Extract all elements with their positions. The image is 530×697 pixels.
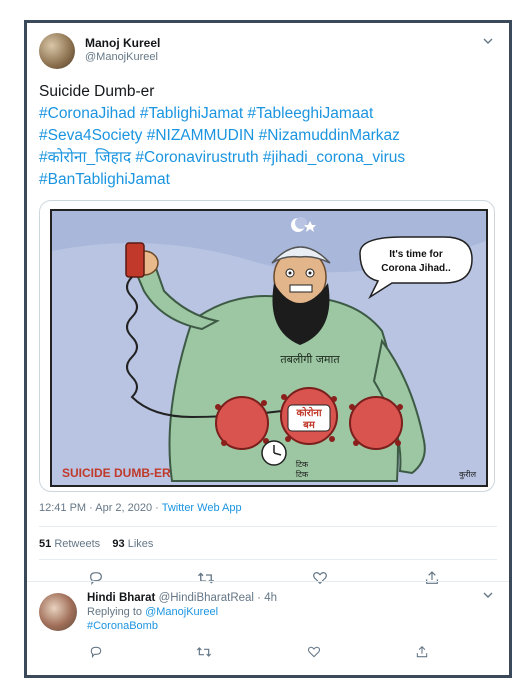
retweet-icon[interactable] <box>195 643 213 661</box>
engagement-stats: 51 Retweets 93 Likes <box>39 538 153 550</box>
reply-author-handle[interactable]: @HindiBharatReal · 4h <box>159 592 277 604</box>
share-icon[interactable] <box>413 643 431 661</box>
cartoonist-signature: कुरील <box>459 469 476 480</box>
timestamp-text[interactable]: 12:41 PM · Apr 2, 2020 · <box>39 502 162 514</box>
tick-text-2: टिक <box>296 469 309 479</box>
chevron-down-icon[interactable] <box>483 37 493 45</box>
share-icon[interactable] <box>423 569 441 587</box>
tweet-actions <box>39 569 497 587</box>
author-handle[interactable]: @ManojKureel <box>85 51 158 63</box>
hashtag-line[interactable]: #Seva4Society #NIZAMMUDIN #NizamuddinMar… <box>39 125 497 147</box>
retweets-stat[interactable]: 51 Retweets <box>39 538 100 550</box>
like-icon[interactable] <box>311 569 329 587</box>
replying-to: Replying to @ManojKureel <box>87 606 219 618</box>
svg-text:It's time for: It's time for <box>389 249 443 260</box>
likes-stat[interactable]: 93 Likes <box>112 538 153 550</box>
replying-to-handle[interactable]: @ManojKureel <box>145 606 218 618</box>
chevron-down-icon[interactable] <box>483 591 493 599</box>
reply-author-avatar[interactable] <box>39 593 77 631</box>
author-name[interactable]: Manoj Kureel <box>85 36 160 50</box>
tweet-screenshot-frame: Manoj Kureel @ManojKureel Suicide Dumb-e… <box>24 20 512 678</box>
divider <box>39 526 497 527</box>
svg-text:Corona Jihad..: Corona Jihad.. <box>381 263 451 274</box>
source-link[interactable]: Twitter Web App <box>162 502 242 514</box>
hashtag-line[interactable]: #BanTablighiJamat <box>39 169 497 191</box>
author-avatar[interactable] <box>39 33 75 69</box>
hashtag-line[interactable]: #कोरोना_जिहाद #Coronavirustruth #jihadi_… <box>39 147 497 169</box>
like-icon[interactable] <box>305 643 323 661</box>
reply-author-name[interactable]: Hindi Bharat @HindiBharatReal · 4h <box>87 592 277 604</box>
retweet-icon[interactable] <box>197 569 215 587</box>
tweet-media[interactable]: तबलीगी जमात कोरोना बम टिक टिक It's time … <box>39 200 495 492</box>
reply-actions <box>87 643 487 659</box>
tweet-timestamp: 12:41 PM · Apr 2, 2020 · Twitter Web App <box>39 502 242 514</box>
hashtag-line[interactable]: #CoronaJihad #TablighiJamat #TableeghiJa… <box>39 103 497 125</box>
reply-icon[interactable] <box>87 643 105 661</box>
cartoon-caption: SUICIDE DUMB-ER <box>62 466 171 480</box>
tweet-text-line: Suicide Dumb-er <box>39 83 155 100</box>
bomb-label-line2: बम <box>302 420 316 431</box>
divider <box>27 581 509 582</box>
tick-text-1: टिक <box>296 459 309 469</box>
reply-icon[interactable] <box>87 569 105 587</box>
cartoon-image: तबलीगी जमात कोरोना बम टिक टिक It's time … <box>50 209 488 487</box>
divider <box>39 559 497 560</box>
bomb-label-line1: कोरोना <box>295 406 321 419</box>
tweet-text: Suicide Dumb-er #CoronaJihad #TablighiJa… <box>39 81 497 191</box>
vest-label: तबलीगी जमात <box>280 353 340 366</box>
reply-text[interactable]: #CoronaBomb <box>87 620 158 632</box>
